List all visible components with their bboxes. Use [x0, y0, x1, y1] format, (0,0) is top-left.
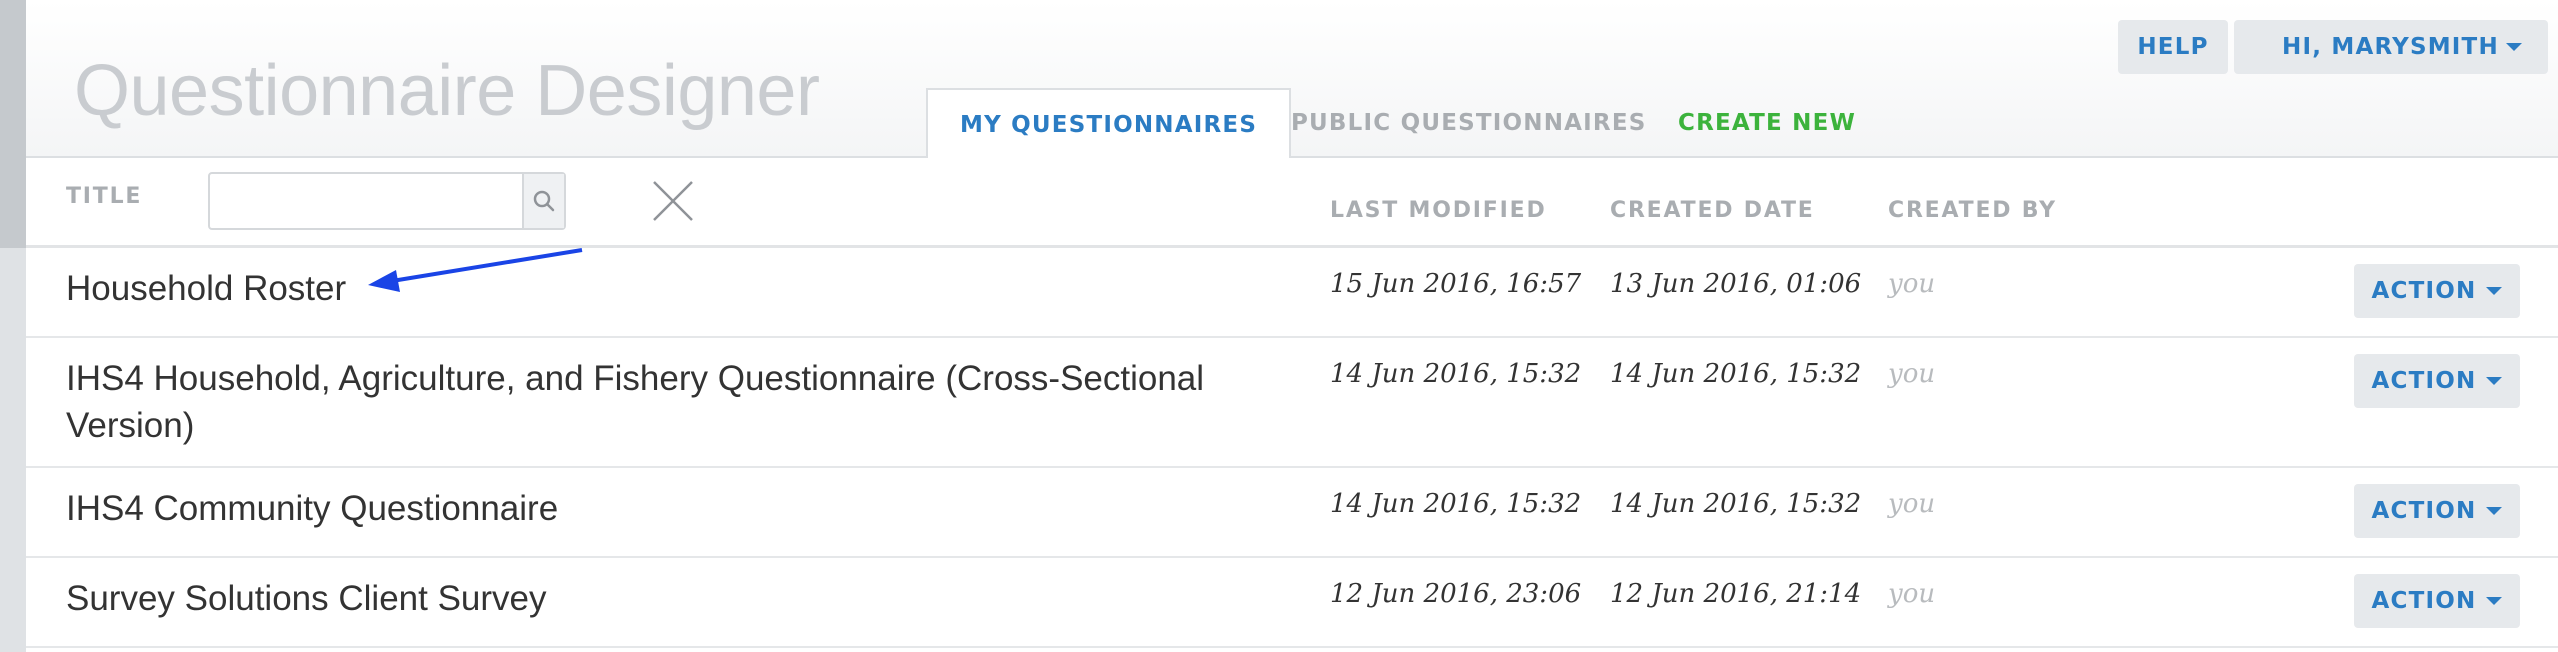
chevron-down-icon: [2486, 287, 2503, 295]
tab-public-questionnaires[interactable]: PUBLIC QUESTIONNAIRES: [1291, 88, 1647, 158]
created-by: you: [1888, 579, 1936, 609]
created-by: you: [1888, 269, 1936, 299]
created-date: 14 Jun 2016, 15:32: [1610, 359, 1862, 389]
created-date: 14 Jun 2016, 15:32: [1610, 489, 1862, 519]
action-button-label: ACTION: [2371, 588, 2477, 614]
table-row: IHS4 Household, Agriculture, and Fishery…: [26, 338, 2558, 468]
tab-my-questionnaires[interactable]: MY QUESTIONNAIRES: [926, 88, 1292, 160]
tab-create-new[interactable]: CREATE NEW: [1678, 88, 1856, 158]
left-sidebar-strip-shade: [0, 0, 26, 248]
user-menu-label: HI, MARYSMITH: [2282, 34, 2499, 60]
chevron-down-icon: [2486, 377, 2503, 385]
table-row: Survey Solutions Client Survey 12 Jun 20…: [26, 558, 2558, 648]
action-button-label: ACTION: [2371, 498, 2477, 524]
table-row: IHS4 Community Questionnaire 14 Jun 2016…: [26, 468, 2558, 558]
help-button-label: HELP: [2137, 34, 2209, 60]
search-icon: [533, 190, 555, 212]
last-modified-date: 12 Jun 2016, 23:06: [1330, 579, 1582, 609]
last-modified-date: 14 Jun 2016, 15:32: [1330, 359, 1582, 389]
action-button[interactable]: ACTION: [2354, 354, 2520, 408]
filter-header-row: TITLE LAST MODIFIED CREATED DATE CREATED…: [26, 158, 2558, 248]
created-by-column-header[interactable]: CREATED BY: [1888, 198, 2057, 223]
last-modified-column-header[interactable]: LAST MODIFIED: [1330, 198, 1547, 223]
title-column-label: TITLE: [66, 184, 143, 209]
last-modified-date: 15 Jun 2016, 16:57: [1330, 269, 1582, 299]
title-search-box: [208, 172, 566, 230]
table-row: Household Roster 15 Jun 2016, 16:57 13 J…: [26, 248, 2558, 338]
close-icon[interactable]: [652, 180, 694, 222]
created-date: 13 Jun 2016, 01:06: [1610, 269, 1862, 299]
action-button-label: ACTION: [2371, 278, 2477, 304]
created-by: you: [1888, 489, 1936, 519]
chevron-down-icon: [2486, 507, 2503, 515]
questionnaire-title-link[interactable]: IHS4 Community Questionnaire: [66, 485, 1296, 532]
action-button[interactable]: ACTION: [2354, 574, 2520, 628]
created-by: you: [1888, 359, 1936, 389]
chevron-down-icon: [2486, 597, 2503, 605]
help-button[interactable]: HELP: [2118, 20, 2228, 74]
last-modified-date: 14 Jun 2016, 15:32: [1330, 489, 1582, 519]
questionnaire-title-link[interactable]: Household Roster: [66, 265, 1296, 312]
page-header: Questionnaire Designer MY QUESTIONNAIRES…: [26, 0, 2558, 160]
chevron-down-icon: [2506, 43, 2522, 51]
action-button-label: ACTION: [2371, 368, 2477, 394]
search-button[interactable]: [522, 174, 564, 228]
questionnaire-title-link[interactable]: IHS4 Household, Agriculture, and Fishery…: [66, 355, 1296, 449]
title-search-input[interactable]: [210, 174, 522, 228]
questionnaire-title-link[interactable]: Survey Solutions Client Survey: [66, 575, 1296, 622]
action-button[interactable]: ACTION: [2354, 264, 2520, 318]
created-date: 12 Jun 2016, 21:14: [1610, 579, 1862, 609]
app-title: Questionnaire Designer: [74, 51, 820, 131]
user-menu-button[interactable]: HI, MARYSMITH: [2234, 20, 2548, 74]
action-button[interactable]: ACTION: [2354, 484, 2520, 538]
created-date-column-header[interactable]: CREATED DATE: [1610, 198, 1815, 223]
